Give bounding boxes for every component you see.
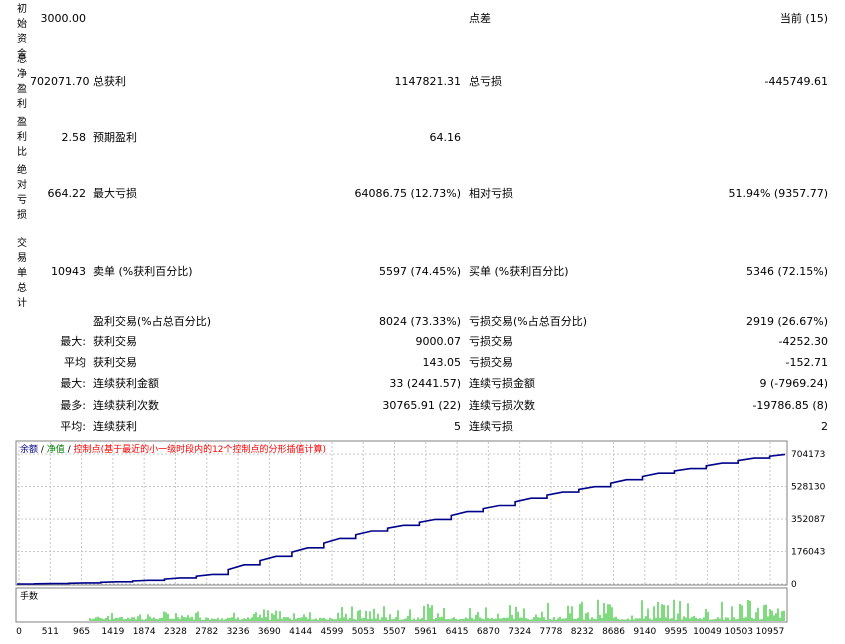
- absolute-drawdown-label: 绝对亏损: [17, 165, 27, 221]
- expected-payoff-value: 64.16: [429, 131, 462, 144]
- long-positions-value: 5346 (72.15%): [745, 265, 828, 278]
- legend-control-points: 控制点(基于最近的小一级时段内的12个控制点的分形插值计算): [74, 443, 326, 455]
- x-tick-label: 3690: [258, 627, 281, 637]
- y-tick-label: 528130: [791, 483, 826, 493]
- x-tick-label: 2782: [195, 627, 218, 637]
- maximal-consecutive-profit-value: 30765.91 (22): [382, 399, 461, 412]
- x-tick-label: 3236: [227, 627, 250, 637]
- max-consecutive-prefix: 最大:: [60, 377, 86, 390]
- loss-trades-value: 2919 (26.67%): [745, 315, 828, 328]
- profit-factor-value: 2.58: [61, 131, 87, 144]
- short-positions-value: 5597 (74.45%): [378, 265, 461, 278]
- profit-factor-label: 盈利比: [17, 117, 27, 158]
- average-consecutive-wins-label: 连续获利: [93, 420, 137, 433]
- largest-prefix: 最大:: [60, 335, 86, 348]
- x-tick-label: 5961: [414, 627, 437, 637]
- gross-loss-value: -445749.61: [764, 75, 828, 88]
- total-trades-label: 交易单总计: [17, 238, 27, 309]
- x-tick-label: 10503: [724, 627, 753, 637]
- main-plot-frame: [15, 440, 788, 586]
- largest-profit-value: 9000.07: [415, 335, 462, 348]
- strategy-report: 初始资金 3000.00 点差 当前 (15) 总净盈利 702071.70 总…: [0, 0, 845, 438]
- total-net-profit-value: 702071.70: [30, 75, 90, 88]
- long-positions-label: 买单 (%获利百分比): [469, 265, 569, 278]
- x-tick-label: 8686: [602, 627, 625, 637]
- profit-trades-value: 8024 (73.33%): [378, 315, 461, 328]
- y-axis-ticks: 704173 528130 352087 176043 0: [791, 450, 826, 590]
- average-prefix: 平均: [64, 356, 86, 369]
- largest-loss-value: -4252.30: [778, 335, 828, 348]
- y-tick-label: 176043: [791, 548, 825, 558]
- y-tick-label: 0: [791, 580, 797, 590]
- legend-equity: 净值: [47, 443, 65, 455]
- gross-profit-label: 总获利: [93, 75, 126, 88]
- legend-balance: 余额: [20, 443, 38, 455]
- average-consecutive-wins-value: 5: [454, 420, 461, 433]
- x-tick-label: 4144: [289, 627, 312, 637]
- maximal-drawdown-label: 最大亏损: [93, 187, 137, 200]
- average-consecutive-losses-label: 连续亏损: [469, 420, 513, 433]
- x-tick-label: 9140: [633, 627, 656, 637]
- total-trades-value: 10943: [51, 265, 86, 278]
- balance-chart: 余额 / 净值 / 控制点(基于最近的小一级时段内的12个控制点的分形插值计算)…: [15, 440, 826, 637]
- lots-panel-frame: [15, 587, 788, 623]
- x-tick-label: 8232: [571, 627, 594, 637]
- x-tick-label: 6870: [477, 627, 500, 637]
- gross-loss-label: 总亏损: [469, 75, 502, 88]
- max-consecutive-wins-label: 连续获利金额: [93, 377, 159, 390]
- largest-loss-label: 亏损交易: [469, 335, 513, 348]
- x-tick-label: 1874: [133, 627, 156, 637]
- balance-chart-panel: 余额 / 净值 / 控制点(基于最近的小一级时段内的12个控制点的分形插值计算)…: [0, 438, 845, 641]
- maximal-consecutive-profit-label: 连续获利次数: [93, 399, 159, 412]
- x-tick-label: 5053: [352, 627, 375, 637]
- spread-label: 点差: [469, 12, 491, 25]
- x-tick-label: 7324: [508, 627, 531, 637]
- maximal-consecutive-loss-label: 连续亏损次数: [469, 399, 535, 412]
- x-tick-label: 1419: [101, 627, 124, 637]
- x-tick-label: 511: [42, 627, 59, 637]
- x-tick-label: 6415: [446, 627, 469, 637]
- chart-legend: 余额 / 净值 / 控制点(基于最近的小一级时段内的12个控制点的分形插值计算): [20, 443, 326, 455]
- max-consecutive-wins-value: 33 (2441.57): [389, 377, 461, 390]
- y-tick-label: 352087: [791, 515, 825, 525]
- average-consecutive-losses-value: 2: [821, 420, 828, 433]
- x-tick-label: 965: [73, 627, 90, 637]
- x-tick-label: 2328: [164, 627, 187, 637]
- largest-profit-label: 获利交易: [93, 335, 137, 348]
- profit-trades-label: 盈利交易(%占总百分比): [93, 315, 212, 328]
- relative-drawdown-label: 相对亏损: [469, 187, 513, 200]
- absolute-drawdown-value: 664.22: [47, 187, 87, 200]
- spread-value: 当前 (15): [779, 12, 828, 25]
- x-tick-label: 0: [16, 627, 22, 637]
- x-tick-label: 10957: [756, 627, 785, 637]
- y-tick-label: 704173: [791, 450, 825, 460]
- expected-payoff-label: 预期盈利: [93, 131, 137, 144]
- average-loss-value: -152.71: [785, 356, 828, 369]
- x-tick-label: 9595: [665, 627, 688, 637]
- legend-sep1: /: [38, 445, 47, 455]
- lots-label: 手数: [20, 590, 38, 602]
- x-tick-label: 4599: [320, 627, 343, 637]
- average-loss-label: 亏损交易: [469, 356, 513, 369]
- maximal-drawdown-value: 64086.75 (12.73%): [354, 187, 461, 200]
- loss-trades-label: 亏损交易(%占总百分比): [469, 315, 588, 328]
- gross-profit-value: 1147821.31: [394, 75, 461, 88]
- x-tick-label: 7778: [540, 627, 563, 637]
- maximal-consecutive-prefix: 最多:: [60, 399, 86, 412]
- x-tick-label: 10049: [693, 627, 722, 637]
- relative-drawdown-value: 51.94% (9357.77): [728, 187, 828, 200]
- short-positions-label: 卖单 (%获利百分比): [93, 265, 193, 278]
- average-profit-label: 获利交易: [93, 356, 137, 369]
- average-profit-value: 143.05: [422, 356, 462, 369]
- max-consecutive-losses-label: 连续亏损金额: [469, 377, 535, 390]
- legend-sep2: /: [65, 445, 74, 455]
- lots-bars: [89, 599, 785, 621]
- average-consecutive-prefix: 平均:: [60, 420, 86, 433]
- total-net-profit-label: 总净盈利: [17, 54, 27, 110]
- x-axis-ticks: 0 511 965 1419 1874 2328 2782 3236 3690 4144 4599 5…: [16, 627, 784, 637]
- x-tick-label: 5507: [383, 627, 406, 637]
- max-consecutive-losses-value: 9 (-7969.24): [759, 377, 828, 390]
- initial-deposit-value: 3000.00: [40, 12, 87, 25]
- maximal-consecutive-loss-value: -19786.85 (8): [752, 399, 828, 412]
